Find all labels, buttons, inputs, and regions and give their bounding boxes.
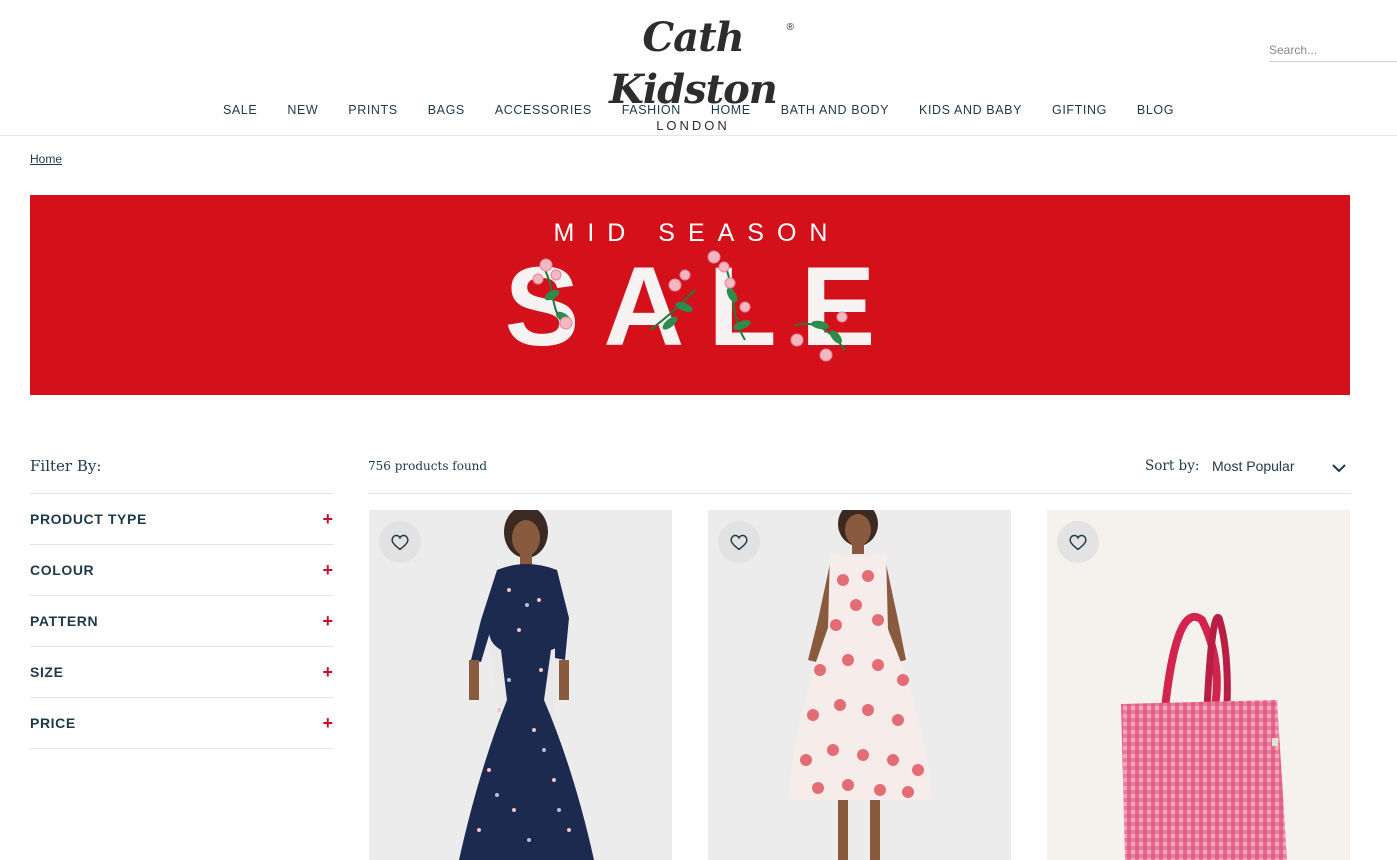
main-nav: SALE NEW PRINTS BAGS ACCESSORIES FASHION… bbox=[0, 100, 1397, 122]
nav-item-new[interactable]: NEW bbox=[272, 100, 333, 122]
wishlist-button[interactable] bbox=[1057, 521, 1099, 563]
chevron-down-icon[interactable] bbox=[1331, 462, 1347, 474]
sale-banner[interactable]: MID SEASON SALE bbox=[30, 195, 1350, 395]
registered-mark: ® bbox=[786, 22, 794, 33]
product-card[interactable] bbox=[1047, 510, 1350, 860]
filter-price[interactable]: PRICE + bbox=[30, 698, 333, 749]
heart-icon bbox=[391, 534, 409, 551]
nav-item-sale[interactable]: SALE bbox=[208, 100, 272, 122]
brand-logo[interactable]: Cath Kidston ® LONDON bbox=[588, 12, 798, 133]
filter-label: PRODUCT TYPE bbox=[30, 511, 147, 527]
filter-label: PATTERN bbox=[30, 613, 99, 629]
nav-item-home[interactable]: HOME bbox=[696, 100, 766, 122]
nav-item-bags[interactable]: BAGS bbox=[413, 100, 480, 122]
nav-item-bath-and-body[interactable]: BATH AND BODY bbox=[766, 100, 904, 122]
sort-label: Sort by: bbox=[1145, 458, 1200, 474]
filter-size[interactable]: SIZE + bbox=[30, 647, 333, 698]
heart-icon bbox=[730, 534, 748, 551]
nav-item-prints[interactable]: PRINTS bbox=[333, 100, 412, 122]
wishlist-button[interactable] bbox=[379, 521, 421, 563]
product-image-navy-dress[interactable] bbox=[369, 510, 672, 860]
product-image-rose-dress[interactable] bbox=[708, 510, 1011, 860]
heart-icon bbox=[1069, 534, 1087, 551]
sort-select[interactable]: Most Popular bbox=[1212, 458, 1294, 474]
breadcrumb-home[interactable]: Home bbox=[30, 152, 62, 166]
wishlist-button[interactable] bbox=[718, 521, 760, 563]
plus-icon[interactable]: + bbox=[322, 561, 333, 579]
results-toolbar: 756 products found Sort by: Most Popular bbox=[368, 452, 1351, 494]
filter-label: COLOUR bbox=[30, 562, 95, 578]
plus-icon[interactable]: + bbox=[322, 510, 333, 528]
filter-heading: Filter By: bbox=[30, 457, 102, 475]
nav-item-gifting[interactable]: GIFTING bbox=[1037, 100, 1122, 122]
filter-pattern[interactable]: PATTERN + bbox=[30, 596, 333, 647]
plus-icon[interactable]: + bbox=[322, 612, 333, 630]
plus-icon[interactable]: + bbox=[322, 714, 333, 732]
product-card[interactable] bbox=[708, 510, 1011, 860]
filter-panel: PRODUCT TYPE + COLOUR + PATTERN + SIZE +… bbox=[30, 493, 333, 749]
nav-item-blog[interactable]: BLOG bbox=[1122, 100, 1189, 122]
product-card[interactable] bbox=[369, 510, 672, 860]
search-box[interactable] bbox=[1269, 40, 1397, 62]
site-header: Cath Kidston ® LONDON SALE NEW PRINTS BA… bbox=[0, 0, 1397, 136]
filter-label: SIZE bbox=[30, 664, 64, 680]
nav-item-accessories[interactable]: ACCESSORIES bbox=[480, 100, 607, 122]
product-image-gingham-tote[interactable] bbox=[1047, 510, 1350, 860]
nav-item-kids-and-baby[interactable]: KIDS AND BABY bbox=[904, 100, 1037, 122]
filter-colour[interactable]: COLOUR + bbox=[30, 545, 333, 596]
search-input[interactable] bbox=[1269, 40, 1397, 60]
filter-product-type[interactable]: PRODUCT TYPE + bbox=[30, 494, 333, 545]
banner-floral-decoration bbox=[532, 250, 848, 362]
product-count: 756 products found bbox=[368, 459, 488, 473]
filter-label: PRICE bbox=[30, 715, 76, 731]
nav-item-fashion[interactable]: FASHION bbox=[607, 100, 696, 122]
plus-icon[interactable]: + bbox=[322, 663, 333, 681]
